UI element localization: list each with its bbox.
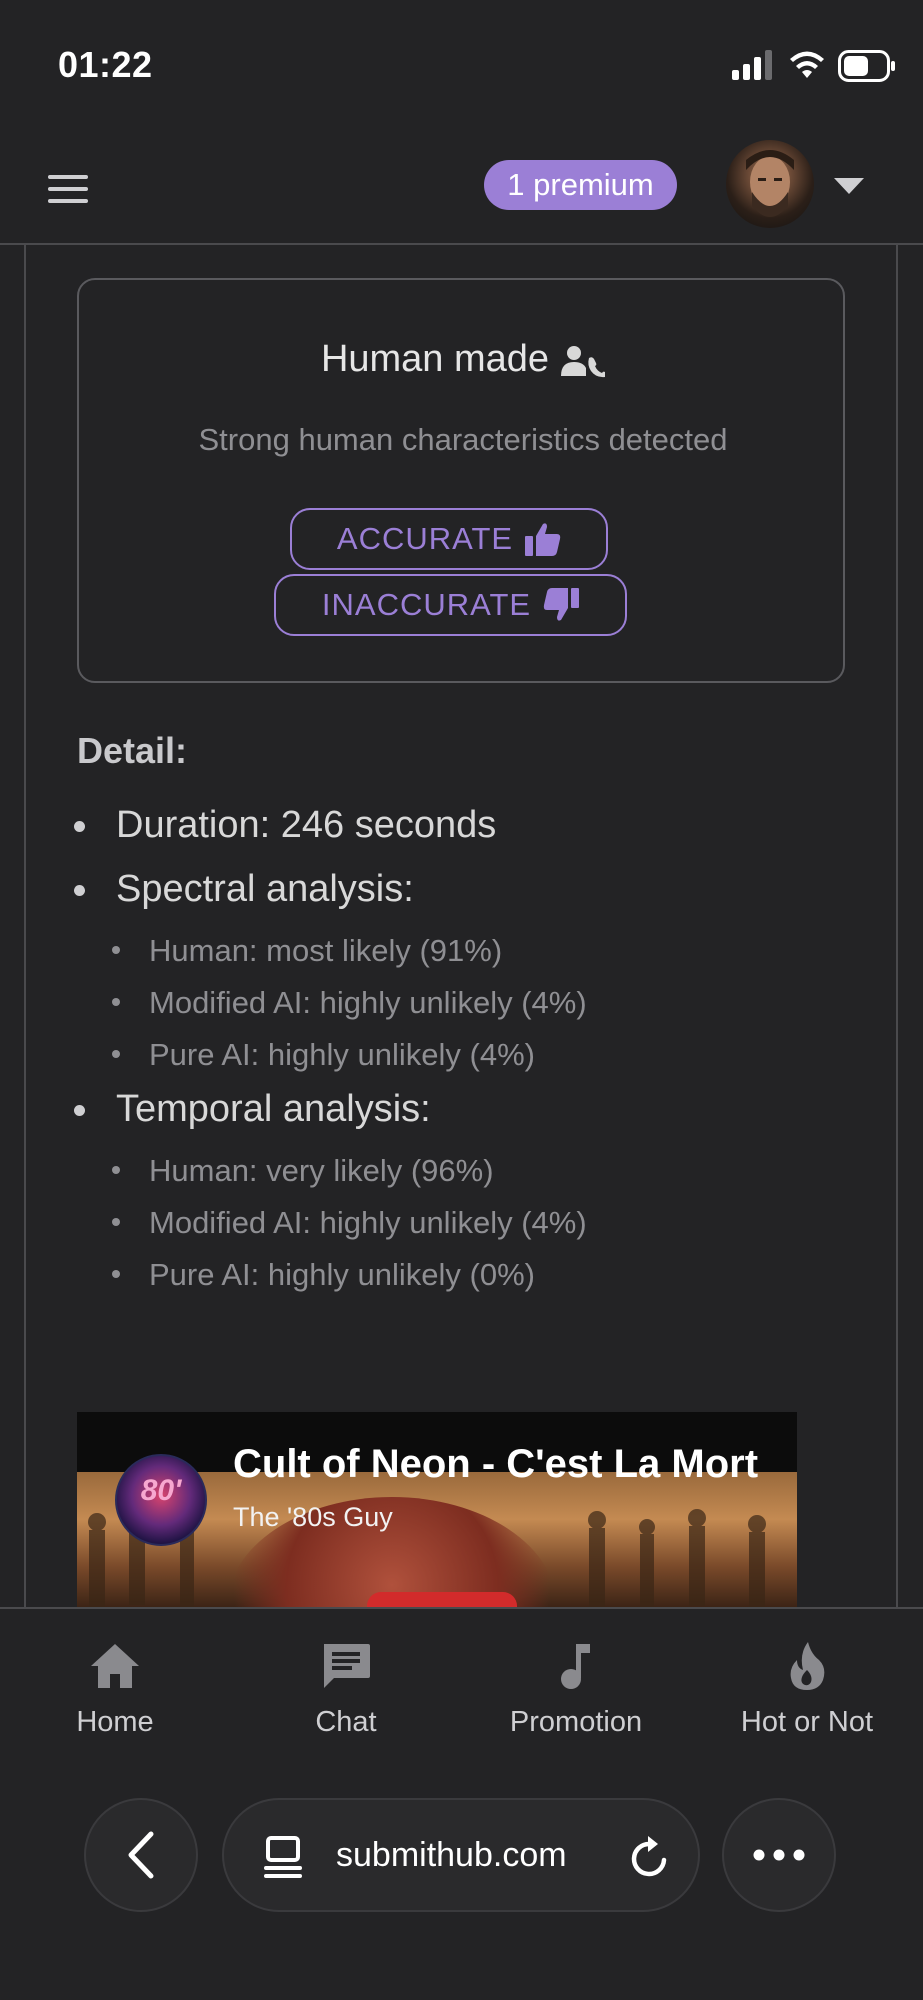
bullet bbox=[74, 1105, 85, 1116]
thumbs-down-icon bbox=[543, 588, 580, 621]
result-title: Human made bbox=[79, 338, 847, 381]
temporal-label: Temporal analysis: bbox=[116, 1088, 431, 1130]
content-border-left bbox=[24, 245, 26, 1607]
bullet bbox=[74, 885, 85, 896]
video-red-shape bbox=[367, 1592, 517, 1607]
person-phone-icon bbox=[561, 345, 606, 378]
avatar-face-icon bbox=[746, 150, 794, 217]
nav-home-label: Home bbox=[76, 1706, 154, 1738]
video-title[interactable]: Cult of Neon - C'est La Mort bbox=[233, 1442, 793, 1487]
wifi-icon bbox=[790, 51, 824, 78]
signal-icon bbox=[732, 50, 772, 80]
sub-bullet bbox=[112, 1218, 120, 1226]
video-embed[interactable]: 80' Cult of Neon - C'est La Mort The '80… bbox=[77, 1412, 797, 1607]
music-note-icon bbox=[561, 1644, 590, 1689]
browser-back-button[interactable] bbox=[84, 1798, 198, 1912]
accurate-button[interactable]: ACCURATE bbox=[290, 508, 608, 570]
sub-bullet bbox=[112, 946, 120, 954]
home-icon bbox=[91, 1644, 139, 1688]
nav-hot-or-not-label: Hot or Not bbox=[740, 1706, 874, 1738]
avatar[interactable] bbox=[726, 140, 814, 228]
bottom-nav-divider bbox=[0, 1607, 923, 1609]
bullet bbox=[74, 821, 85, 832]
hamburger-menu-icon[interactable] bbox=[48, 172, 90, 206]
sub-bullet bbox=[112, 1166, 120, 1174]
spectral-item: Modified AI: highly unlikely (4%) bbox=[149, 985, 587, 1020]
sub-bullet bbox=[112, 1270, 120, 1278]
channel-logo[interactable]: 80' bbox=[115, 1454, 207, 1546]
nav-hot-or-not[interactable]: Hot or Not bbox=[697, 1640, 917, 1739]
thumbs-up-icon bbox=[525, 523, 561, 556]
result-title-text: Human made bbox=[320, 338, 550, 380]
nav-chat-label: Chat bbox=[315, 1706, 377, 1738]
temporal-item: Pure AI: highly unlikely (0%) bbox=[149, 1257, 535, 1292]
accurate-label: ACCURATE bbox=[336, 521, 514, 556]
video-channel[interactable]: The '80s Guy bbox=[233, 1502, 393, 1533]
nav-promotion-label: Promotion bbox=[509, 1706, 643, 1738]
channel-logo-text: 80' bbox=[140, 1474, 182, 1507]
temporal-item: Modified AI: highly unlikely (4%) bbox=[149, 1205, 587, 1240]
spectral-item: Pure AI: highly unlikely (4%) bbox=[149, 1037, 535, 1072]
content-border-right bbox=[896, 245, 898, 1607]
battery-icon bbox=[838, 50, 895, 82]
reload-icon[interactable] bbox=[628, 1834, 672, 1880]
browser-more-button[interactable] bbox=[722, 1798, 836, 1912]
sub-bullet bbox=[112, 1050, 120, 1058]
inaccurate-button[interactable]: INACCURATE bbox=[274, 574, 627, 636]
tabs-icon bbox=[264, 1836, 302, 1878]
result-subtitle: Strong human characteristics detected bbox=[198, 422, 728, 457]
header-divider bbox=[0, 243, 923, 245]
nav-chat[interactable]: Chat bbox=[236, 1640, 456, 1739]
nav-home[interactable]: Home bbox=[5, 1640, 225, 1739]
sub-bullet bbox=[112, 998, 120, 1006]
flame-icon bbox=[790, 1642, 825, 1690]
chat-icon bbox=[324, 1644, 370, 1688]
duration-item: Duration: 246 seconds bbox=[116, 804, 497, 846]
spectral-label: Spectral analysis: bbox=[116, 868, 414, 910]
temporal-item: Human: very likely (96%) bbox=[149, 1153, 494, 1188]
status-time: 01:22 bbox=[58, 44, 153, 85]
chevron-down-icon[interactable] bbox=[834, 178, 864, 196]
result-card: Human made Strong human characteristics … bbox=[77, 278, 845, 683]
browser-url-text: submithub.com bbox=[336, 1836, 567, 1874]
premium-badge[interactable]: 1 premium bbox=[484, 160, 677, 210]
nav-promotion[interactable]: Promotion bbox=[466, 1640, 686, 1739]
browser-url-bar[interactable]: submithub.com bbox=[222, 1798, 700, 1912]
spectral-item: Human: most likely (91%) bbox=[149, 933, 503, 968]
inaccurate-label: INACCURATE bbox=[321, 587, 532, 622]
more-dots-icon bbox=[753, 1849, 805, 1861]
chevron-left-icon bbox=[128, 1831, 154, 1879]
detail-heading: Detail: bbox=[77, 730, 188, 771]
